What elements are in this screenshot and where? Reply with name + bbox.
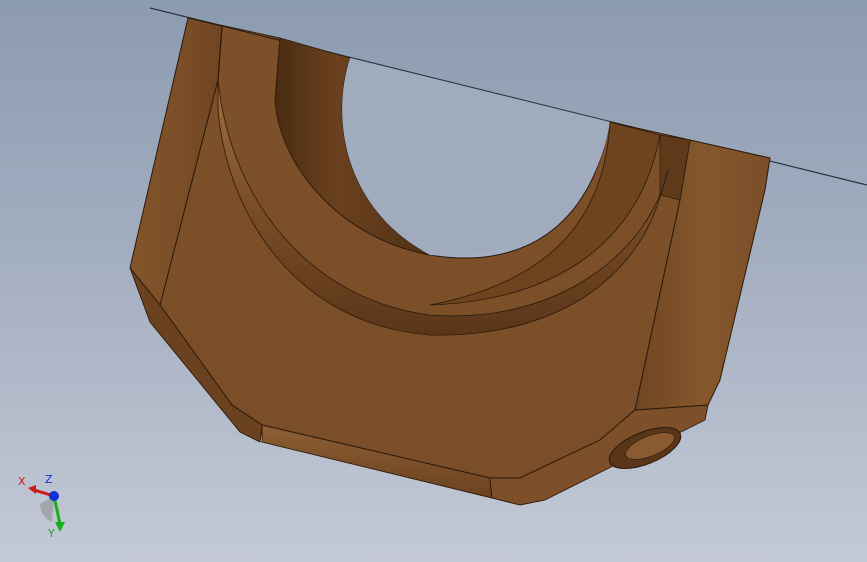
triad-x-label: X xyxy=(18,475,26,488)
triad-y-label: Y xyxy=(48,527,55,540)
triad-z-label: Z xyxy=(45,473,53,486)
graphics-viewport[interactable]: X Z Y xyxy=(0,0,867,562)
orientation-triad[interactable]: X Z Y xyxy=(14,474,74,544)
model-scene[interactable] xyxy=(0,0,867,562)
